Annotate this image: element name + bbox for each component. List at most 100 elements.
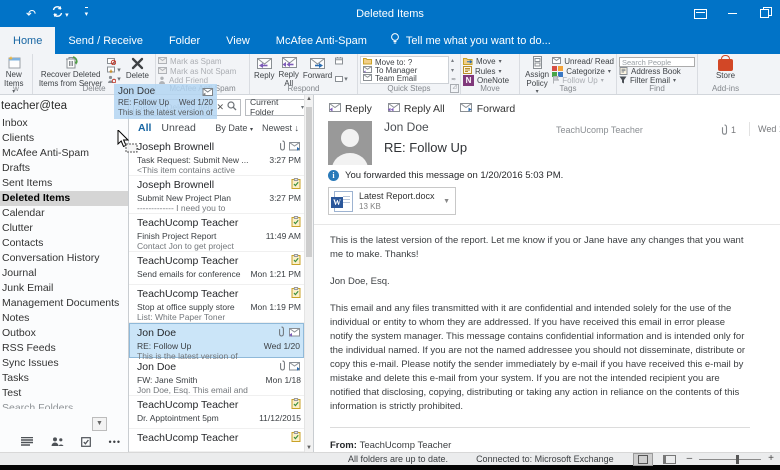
attachment-chip[interactable]: W Latest Report.docx 13 KB ▼ xyxy=(328,187,456,215)
list-item[interactable]: TeachUcomp Teacher Dr. Apptointment 5pm 11… xyxy=(129,396,304,429)
meeting-icon[interactable] xyxy=(335,57,348,65)
sort-by-dropdown[interactable]: By Date ▾ xyxy=(215,123,253,133)
restore-button[interactable] xyxy=(748,3,780,25)
attachment-size: 13 KB xyxy=(359,202,381,211)
tab-home[interactable]: Home xyxy=(0,27,56,54)
zoom-out-button[interactable]: – xyxy=(687,454,693,464)
list-item[interactable]: Joseph Brownell Submit New Project Plan 3:… xyxy=(129,176,304,214)
account-header[interactable]: teacher@tea xyxy=(0,95,128,116)
forward-button[interactable]: Forward xyxy=(301,56,334,84)
folder-scroll-down[interactable]: ▼ xyxy=(92,417,107,431)
normal-view-button[interactable] xyxy=(632,452,653,466)
clear-search-icon[interactable]: ✕ xyxy=(216,102,224,113)
folder-item-mcafee-anti-spam[interactable]: McAfee Anti-Spam xyxy=(0,146,128,161)
tell-me-box[interactable]: Tell me what you want to do... xyxy=(380,27,561,54)
customize-qat-icon[interactable]: ▾ xyxy=(84,6,89,21)
list-item[interactable]: Joseph Brownell Task Request: Submit New … xyxy=(129,138,304,176)
reply-all-inline-button[interactable]: Reply All xyxy=(387,103,445,115)
send-receive-icon[interactable]: ▾ xyxy=(52,5,69,22)
folder-item-sent-items[interactable]: Sent Items xyxy=(0,176,128,191)
tab-view[interactable]: View xyxy=(213,27,263,54)
nav-people-icon[interactable] xyxy=(51,437,64,446)
junk-icon[interactable]: ▾ xyxy=(107,75,121,83)
folder-item-test[interactable]: Test xyxy=(0,386,128,401)
reply-all-button[interactable]: Reply All xyxy=(276,56,300,88)
list-item[interactable]: TeachUcomp Teacher xyxy=(129,429,304,452)
reply-button[interactable]: Reply xyxy=(252,56,276,84)
scroll-up-icon[interactable]: ▲ xyxy=(305,96,313,102)
ribbon-group-quick-steps: Move to: ? To Manager Team Email ▴ ▾ ≂ Quick… xyxy=(358,54,461,94)
filter-tab-all[interactable]: All xyxy=(138,122,151,134)
search-scope-dropdown[interactable]: Current Folder ▾ xyxy=(245,97,309,117)
assign-policy-button[interactable]: Assign Policy ▾ xyxy=(522,56,552,95)
folder-item-sync-issues[interactable]: Sync Issues xyxy=(0,356,128,371)
ignore-icon[interactable] xyxy=(107,57,121,65)
ribbon-display-options-button[interactable] xyxy=(684,3,716,25)
folder-item-notes[interactable]: Notes xyxy=(0,311,128,326)
zoom-slider-thumb[interactable] xyxy=(736,454,740,464)
email-preview: Contact Jon to get project xyxy=(137,241,234,251)
delete-button[interactable]: Delete xyxy=(122,56,153,84)
address-book-button[interactable]: Address Book xyxy=(619,66,695,76)
search-people-input[interactable]: Search People xyxy=(619,57,695,67)
folder-item-conversation-history[interactable]: Conversation History xyxy=(0,251,128,266)
minimize-button[interactable] xyxy=(716,3,748,25)
new-items-button[interactable]: New Items ▾ xyxy=(2,56,26,95)
store-button[interactable]: Store xyxy=(714,54,737,84)
tab-send-receive[interactable]: Send / Receive xyxy=(55,27,156,54)
scroll-down-icon[interactable]: ▼ xyxy=(305,445,313,451)
task-icon xyxy=(291,252,301,270)
folder-item-tasks[interactable]: Tasks xyxy=(0,371,128,386)
quick-step-team-email[interactable]: Team Email xyxy=(363,73,446,83)
folder-item-search-folders[interactable]: Search Folders xyxy=(0,401,128,409)
zoom-in-button[interactable]: + xyxy=(768,454,774,464)
forward-inline-button[interactable]: Forward xyxy=(459,103,515,115)
folder-item-drafts[interactable]: Drafts xyxy=(0,161,128,176)
folder-item-management-documents[interactable]: Management Documents xyxy=(0,296,128,311)
list-item[interactable]: Jon Doe FW: Jane Smith Mon 1/18 Jon Doe, Es… xyxy=(129,358,304,396)
mark-as-spam-button[interactable]: Mark as Spam xyxy=(158,57,247,66)
folder-item-clutter[interactable]: Clutter xyxy=(0,221,128,236)
quick-steps-dialog-launcher[interactable]: ◿ xyxy=(450,84,459,93)
undo-icon[interactable]: ↶ xyxy=(26,8,36,20)
list-item[interactable]: TeachUcomp Teacher Send emails for confer… xyxy=(129,252,304,285)
nav-calendar-icon[interactable] xyxy=(21,437,33,446)
folder-item-clients[interactable]: Clients xyxy=(0,131,128,146)
search-input[interactable]: Search Deleted Items (Ctrl+E) ✕ xyxy=(133,98,241,116)
reading-view-button[interactable] xyxy=(660,453,680,466)
quick-steps-scroll[interactable]: ▴ ▾ ≂ xyxy=(449,56,458,84)
search-icon[interactable] xyxy=(227,101,237,113)
recover-deleted-items-button[interactable]: Recover Deleted Items from Server xyxy=(35,56,106,88)
folder-item-calendar[interactable]: Calendar xyxy=(0,206,128,221)
email-preview: List: White Paper Toner xyxy=(137,312,226,322)
sort-order-toggle[interactable]: Newest ↓ xyxy=(262,123,299,133)
reply-inline-button[interactable]: Reply xyxy=(328,103,372,115)
clean-up-icon[interactable]: ▾ xyxy=(107,66,121,74)
tab-folder[interactable]: Folder xyxy=(156,27,213,54)
folder-item-inbox[interactable]: Inbox xyxy=(0,116,128,131)
zoom-slider[interactable] xyxy=(699,454,762,464)
email-subject: Finish Project Report xyxy=(137,230,217,241)
folder-item-journal[interactable]: Journal xyxy=(0,266,128,281)
folder-item-deleted-items[interactable]: Deleted Items xyxy=(0,191,128,206)
nav-tasks-icon[interactable] xyxy=(81,436,91,447)
folder-item-contacts[interactable]: Contacts xyxy=(0,236,128,251)
mark-as-not-spam-button[interactable]: Mark as Not Spam xyxy=(158,66,247,76)
filter-tab-unread[interactable]: Unread xyxy=(161,122,195,134)
folder-item-junk-email[interactable]: Junk Email xyxy=(0,281,128,296)
tab-mcafee-anti-spam[interactable]: McAfee Anti-Spam xyxy=(263,27,380,54)
scrollbar-thumb[interactable] xyxy=(306,107,312,257)
list-item[interactable]: TeachUcomp Teacher Stop at office supply … xyxy=(129,285,304,323)
list-item[interactable]: TeachUcomp Teacher Finish Project Report 1… xyxy=(129,214,304,252)
move-button[interactable]: Move ▾ xyxy=(463,57,517,66)
categorize-button[interactable]: Categorize ▾ xyxy=(552,65,614,77)
message-recipient[interactable]: TeachUcomp Teacher xyxy=(556,125,643,135)
attachment-dropdown-caret[interactable]: ▼ xyxy=(443,198,450,205)
folder-item-outbox[interactable]: Outbox xyxy=(0,326,128,341)
search-row: Search Deleted Items (Ctrl+E) ✕ Current … xyxy=(129,95,313,118)
nav-more-icon[interactable]: ••• xyxy=(109,437,121,446)
more-respond-icon[interactable]: ▾ xyxy=(335,75,348,83)
message-list-scrollbar[interactable]: ▲ ▼ xyxy=(304,95,313,452)
folder-item-rss-feeds[interactable]: RSS Feeds xyxy=(0,341,128,356)
list-item[interactable]: Jon Doe RE: Follow Up Wed 1/20 This is the … xyxy=(129,323,304,361)
